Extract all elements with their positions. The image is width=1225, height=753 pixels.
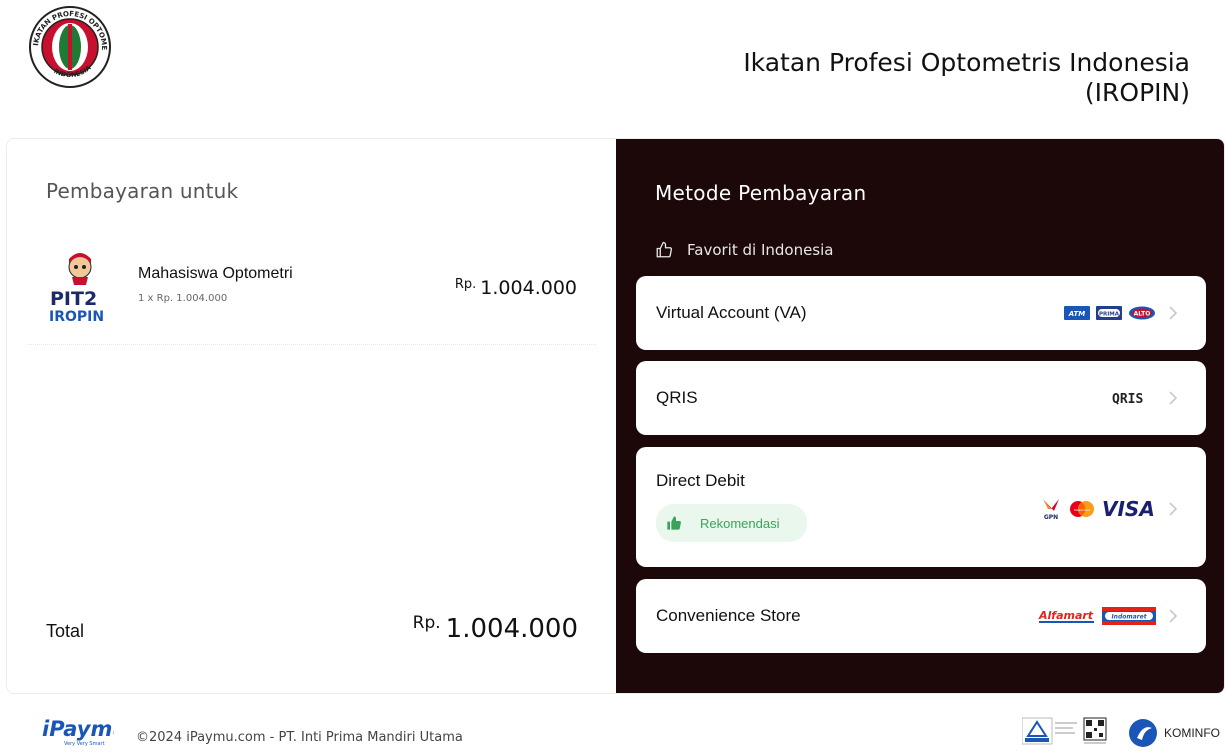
recommended-badge: Rekomendasi xyxy=(656,504,807,542)
chevron-right-icon xyxy=(1169,306,1178,320)
item-price-currency: Rp. xyxy=(454,277,477,292)
ipaymu-tagline: Very Very Smart xyxy=(64,741,105,747)
summary-heading: Pembayaran untuk xyxy=(46,179,239,203)
method-virtual-account[interactable]: Virtual Account (VA) ATM PRIMA ALTO xyxy=(636,276,1206,350)
certification-badges xyxy=(1021,716,1112,748)
method-qris[interactable]: QRIS QRIS xyxy=(636,361,1206,435)
gpn-icon: GPN xyxy=(1043,499,1059,521)
qris-brand-logos: QRIS xyxy=(1112,390,1178,406)
prima-icon: PRIMA xyxy=(1096,306,1122,320)
va-brand-logos: ATM PRIMA ALTO xyxy=(1064,305,1178,321)
indomaret-icon: Indomaret xyxy=(1102,607,1156,625)
method-label: Virtual Account (VA) xyxy=(656,303,807,322)
mastercard-icon: MasterCard xyxy=(1070,501,1094,517)
kominfo-logo: KOMINFO xyxy=(1128,718,1220,748)
kominfo-label: KOMINFO xyxy=(1164,726,1220,740)
badge-label: Rekomendasi xyxy=(700,515,780,531)
organization-title: Ikatan Profesi Optometris Indonesia (IRO… xyxy=(743,48,1190,108)
payment-methods-panel: Metode Pembayaran Favorit di Indonesia V… xyxy=(616,139,1224,693)
convenience-store-brand-logos: Alfamart Indomaret xyxy=(1038,607,1178,625)
chevron-right-icon xyxy=(1169,502,1178,516)
indomaret-text: Indomaret xyxy=(1111,613,1147,620)
total-label: Total xyxy=(46,621,85,641)
footer: iPaymu Very Very Smart ©2024 iPaymu.com … xyxy=(0,700,1225,753)
alto-icon: ALTO xyxy=(1129,306,1155,320)
kominfo-icon xyxy=(1129,719,1157,747)
thumbs-up-icon xyxy=(656,241,673,258)
visa-icon: VISA xyxy=(1102,499,1155,519)
direct-debit-brand-logos: GPN MasterCard VISA xyxy=(1040,497,1178,521)
gpn-text: GPN xyxy=(1044,514,1058,521)
qris-icon: QRIS xyxy=(1112,392,1143,406)
iropin-logo: IKATAN PROFESI OPTOMETRIS INDONESIA xyxy=(21,0,116,88)
direct-debit-info: Direct Debit Rekomendasi xyxy=(656,471,807,542)
ipaymu-logo: iPaymu Very Very Smart xyxy=(42,710,127,750)
iropin-text: IROPIN xyxy=(49,309,104,325)
pit2-text: PIT2 xyxy=(50,288,97,310)
visa-text: VISA xyxy=(1102,499,1155,519)
pit2-iropin-logo: PIT2 IROPIN xyxy=(46,253,120,325)
alfamart-text: Alfamart xyxy=(1038,609,1094,622)
method-label: Convenience Store xyxy=(656,606,801,625)
org-title-line1: Ikatan Profesi Optometris Indonesia xyxy=(743,48,1190,77)
favorites-label: Favorit di Indonesia xyxy=(687,241,834,259)
method-convenience-store[interactable]: Convenience Store Alfamart Indomaret xyxy=(636,579,1206,653)
thumbs-up-filled-icon xyxy=(667,516,681,530)
item-quantity-price: 1 x Rp. 1.004.000 xyxy=(138,293,228,304)
payment-summary-panel: Pembayaran untuk PIT2 IROPIN Mahasiswa O… xyxy=(7,139,616,693)
item-divider xyxy=(27,344,596,345)
mastercard-text: MasterCard xyxy=(1074,508,1090,512)
item-name: Mahasiswa Optometri xyxy=(138,265,293,282)
chevron-right-icon xyxy=(1169,391,1178,405)
favorites-section-label: Favorit di Indonesia xyxy=(655,241,833,259)
total-currency: Rp. xyxy=(412,613,441,633)
methods-heading: Metode Pembayaran xyxy=(655,181,867,205)
atm-text: ATM xyxy=(1068,310,1086,318)
item-price: Rp. 1.004.000 xyxy=(455,277,577,299)
prima-text: PRIMA xyxy=(1099,312,1120,318)
atm-bersama-icon: ATM xyxy=(1064,306,1090,320)
payment-card: Pembayaran untuk PIT2 IROPIN Mahasiswa O… xyxy=(6,138,1225,694)
total-value: 1.004.000 xyxy=(445,614,578,644)
qris-text: QRIS xyxy=(1112,392,1143,406)
copyright-text: ©2024 iPaymu.com - PT. Inti Prima Mandir… xyxy=(136,730,463,745)
method-label: Direct Debit xyxy=(656,471,745,490)
chevron-right-icon xyxy=(1169,609,1178,623)
method-label: QRIS xyxy=(656,388,698,407)
item-price-value: 1.004.000 xyxy=(480,277,577,299)
org-title-line2: (IROPIN) xyxy=(1084,78,1190,107)
method-direct-debit[interactable]: Direct Debit Rekomendasi GPN MasterCard … xyxy=(636,447,1206,567)
alto-text: ALTO xyxy=(1134,311,1151,318)
ipaymu-text: iPaymu xyxy=(42,717,114,741)
total-amount: Rp. 1.004.000 xyxy=(413,613,578,644)
alfamart-icon: Alfamart xyxy=(1038,609,1094,623)
